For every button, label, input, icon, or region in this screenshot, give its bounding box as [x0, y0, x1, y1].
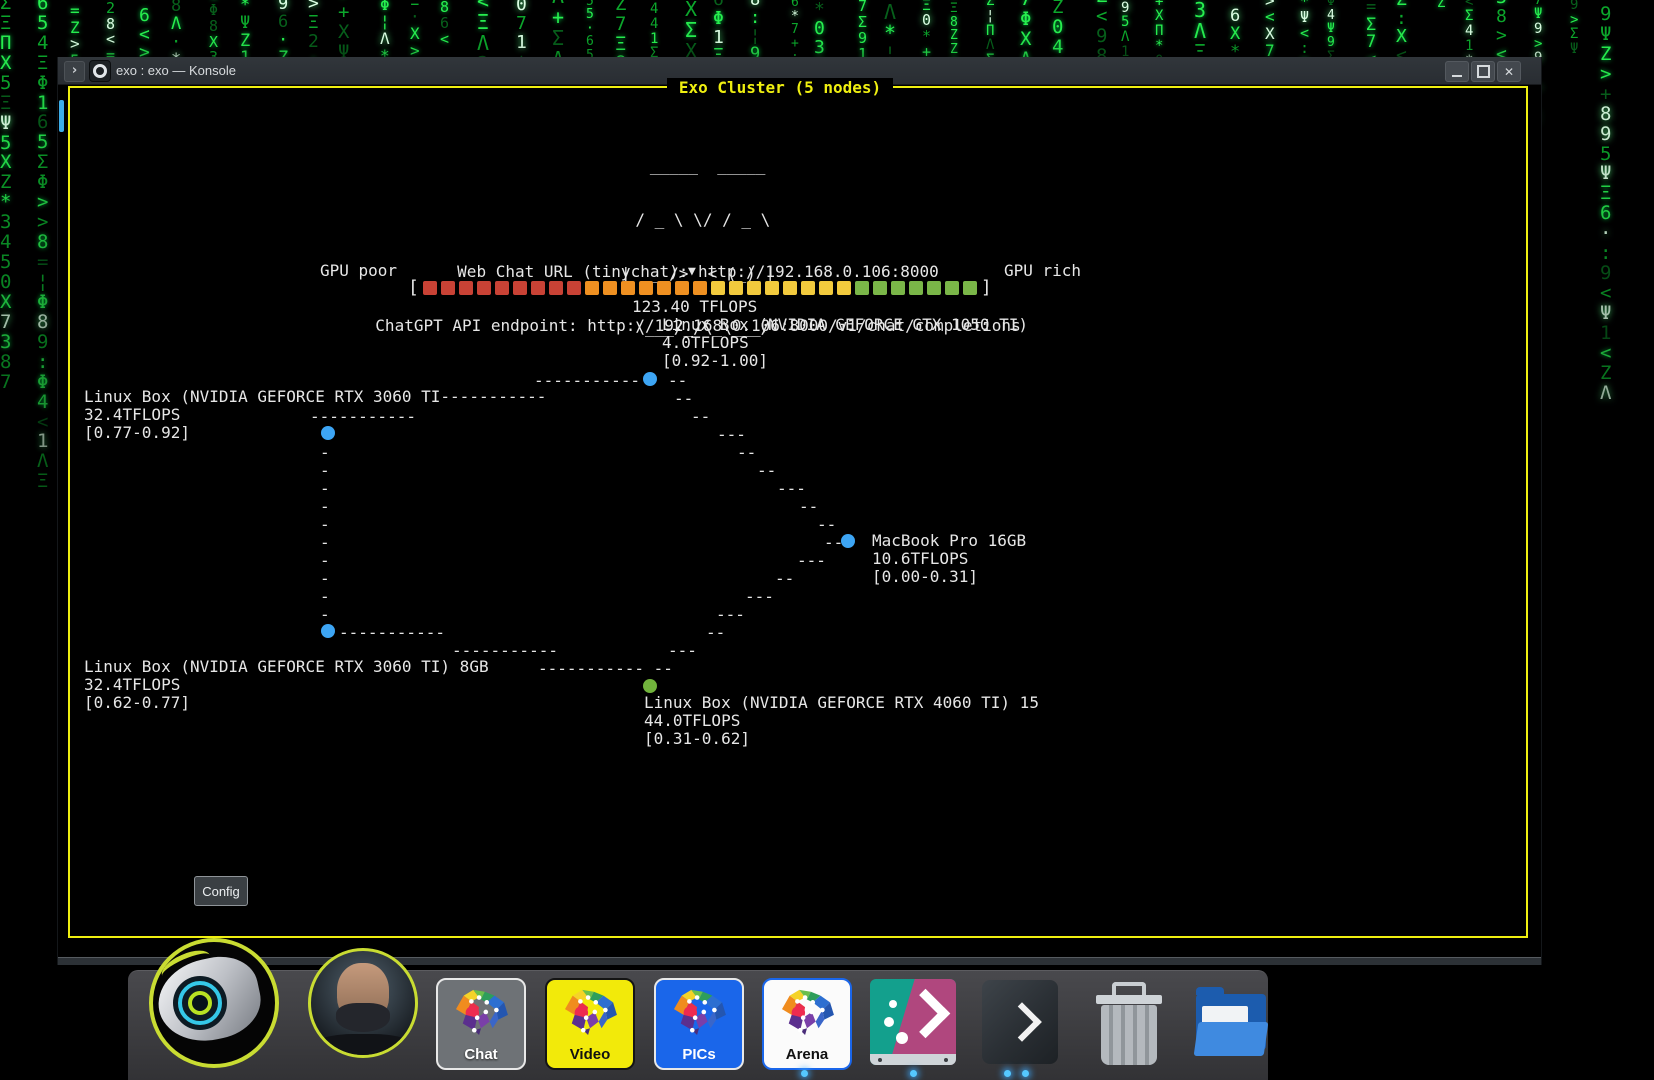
dock-item-arena[interactable]: Arena	[762, 978, 852, 1070]
pics-label: PICs	[656, 1046, 742, 1063]
trash-handle-icon	[1112, 982, 1146, 995]
dock-item-konsole[interactable]	[982, 980, 1058, 1064]
dock-item-video[interactable]: Video	[545, 978, 635, 1070]
avatar-beard	[336, 1003, 390, 1032]
brain-icon	[776, 986, 838, 1036]
config-button[interactable]: Config	[194, 876, 248, 906]
running-indicator-kde-app	[910, 1070, 917, 1077]
avatar-shoulders	[317, 1034, 409, 1057]
dock-item-pics[interactable]: PICs	[654, 978, 744, 1070]
running-indicator-konsole	[1022, 1070, 1029, 1077]
chat-label: Chat	[438, 1046, 524, 1063]
dock-item-exo-robot[interactable]	[149, 938, 279, 1068]
brain-icon	[668, 986, 730, 1036]
arena-label: Arena	[764, 1046, 850, 1063]
titlebar-expand-icon[interactable]: ›	[64, 61, 85, 82]
desktop: XΣΞΠX5ΞΨ5XZ*3450X7387Π43654ΞΦ165ΣΦ>>8=¦Φ…	[0, 0, 1654, 1080]
dock-item-kde-app[interactable]	[870, 979, 956, 1065]
brain-icon	[450, 986, 512, 1036]
kde-dot-icon	[889, 1000, 897, 1008]
kde-strip	[870, 1054, 956, 1065]
kde-dot-icon	[884, 1017, 894, 1027]
brain-icon	[559, 986, 621, 1036]
dock-item-avatar[interactable]	[308, 948, 418, 1058]
trash-lid-icon	[1096, 995, 1162, 1004]
dock-item-trash[interactable]	[1092, 982, 1166, 1066]
dock-item-chat[interactable]: Chat	[436, 978, 526, 1070]
maximize-button[interactable]	[1471, 61, 1495, 82]
terminal-chevron-icon	[1002, 1002, 1042, 1042]
konsole-app-icon	[89, 60, 111, 82]
running-indicator-konsole	[1004, 1070, 1011, 1077]
robot-eye-icon	[173, 976, 227, 1030]
running-indicator-arena	[801, 1070, 808, 1077]
scrollbar-thumb[interactable]	[59, 100, 64, 132]
konsole-window: › exo : exo — Konsole ✕	[57, 57, 1542, 965]
folder-front-icon	[1194, 1022, 1269, 1056]
video-label: Video	[547, 1046, 633, 1063]
close-button[interactable]: ✕	[1497, 61, 1521, 82]
dock-item-file-manager[interactable]	[1196, 986, 1266, 1062]
window-titlebar[interactable]: › exo : exo — Konsole ✕	[58, 57, 1541, 85]
window-bottom-frame	[58, 957, 1541, 965]
minimize-button[interactable]	[1445, 61, 1469, 82]
window-title: exo : exo — Konsole	[116, 63, 236, 78]
trash-can-icon	[1101, 1005, 1157, 1065]
